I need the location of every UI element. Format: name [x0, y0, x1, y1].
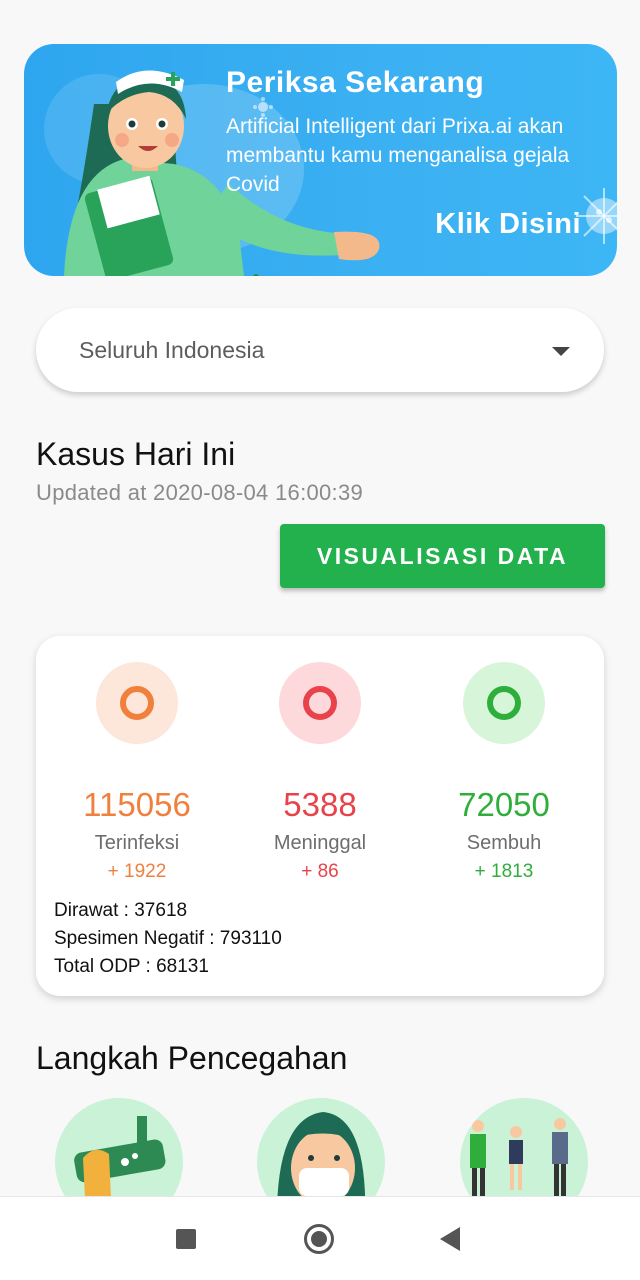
caret-down-icon — [552, 347, 570, 356]
section-title-today: Kasus Hari Ini — [36, 436, 236, 472]
banner-description: Artificial Intelligent dari Prixa.ai aka… — [226, 115, 570, 196]
stat-label: Meninggal — [273, 832, 367, 854]
visualize-data-button[interactable]: VISUALISASI DATA — [280, 524, 605, 588]
square-icon[interactable] — [176, 1229, 196, 1249]
region-dropdown[interactable]: Seluruh Indonesia — [36, 308, 604, 392]
banner-title: Periksa Sekarang — [226, 66, 485, 99]
prixa-banner[interactable]: Periksa Sekarang Artificial Intelligent … — [24, 44, 617, 276]
system-navigation-bar — [0, 1196, 640, 1280]
stats-card: 115056 Terinfeksi + 1922 5388 Meninggal … — [36, 636, 604, 996]
region-selected-value: Seluruh Indonesia — [79, 336, 265, 363]
stat-delta: + 1922 — [107, 861, 167, 882]
stat-value: 115056 — [83, 786, 191, 823]
stat-label: Terinfeksi — [94, 832, 180, 854]
detail-total-odp: Total ODP : 68131 — [54, 956, 209, 977]
circle-icon[interactable] — [304, 1224, 334, 1254]
ring-icon — [487, 686, 521, 720]
updated-timestamp: Updated at 2020-08-04 16:00:39 — [36, 480, 364, 505]
detail-treated: Dirawat : 37618 — [54, 900, 188, 921]
stat-value: 72050 — [458, 786, 550, 823]
ring-icon — [303, 686, 337, 720]
stat-delta: + 86 — [301, 861, 339, 882]
banner-cta-link[interactable]: Klik Disini — [435, 208, 581, 241]
stat-delta: + 1813 — [474, 861, 534, 882]
detail-negative-specimen: Spesimen Negatif : 793110 — [54, 928, 282, 949]
stat-value: 5388 — [283, 786, 357, 823]
triangle-back-icon[interactable] — [440, 1227, 460, 1251]
stat-label: Sembuh — [466, 832, 542, 854]
ring-icon — [120, 686, 154, 720]
section-title-prevention: Langkah Pencegahan — [36, 1040, 348, 1076]
